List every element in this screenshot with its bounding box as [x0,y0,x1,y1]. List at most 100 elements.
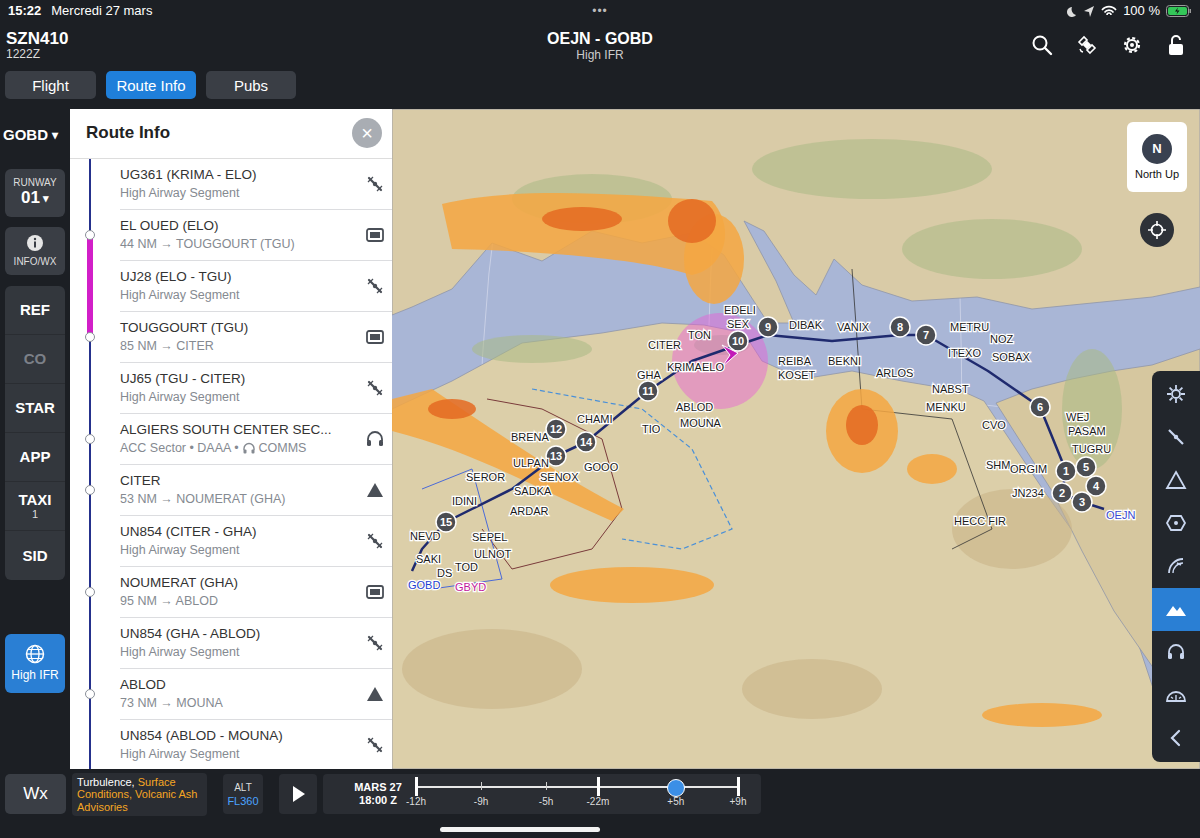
map-tool-button[interactable] [1152,631,1200,674]
map-label[interactable]: EDELI [724,304,756,316]
map-label[interactable]: ELO [702,361,724,373]
map-label[interactable]: SOBAX [992,351,1031,363]
close-button[interactable]: × [352,118,382,148]
map-label[interactable]: SEROR [466,471,505,483]
map-label[interactable]: WEJ [1066,411,1089,423]
waypoint-marker[interactable]: 15 [436,512,456,532]
map-label[interactable]: SADKA [514,485,552,497]
waypoint-marker[interactable]: 7 [916,325,936,345]
map-label[interactable]: METRU [950,321,989,333]
weather-layers[interactable]: Turbulence, Surface Conditions, Volcanic… [72,773,207,817]
sidebar-item[interactable]: REF [5,286,65,335]
map-label[interactable]: REIBA [778,355,812,367]
tab[interactable]: Route Info [106,71,196,99]
wx-button[interactable]: Wx [5,774,66,814]
chart-map[interactable]: 123456789101112131415CITERKRIMAGHATIOMOU… [392,109,1200,769]
map-tool-button[interactable] [1152,717,1200,760]
multitask-dots[interactable]: ••• [592,4,608,18]
route-row[interactable]: CITER53 NM → NOUMERAT (GHA) [70,465,392,516]
map-label[interactable]: TOD [455,561,478,573]
play-button[interactable] [279,774,317,814]
map-tool-button[interactable] [1152,588,1200,631]
map-label[interactable]: SAKI [416,553,441,565]
time-slider[interactable]: -12h-9h-5h-22m+5h+9h [416,776,738,812]
map-label[interactable]: SENOX [540,471,579,483]
map-label[interactable]: DS [437,567,452,579]
route-row[interactable]: ABLOD73 NM → MOUNA [70,669,392,720]
route-row[interactable]: NOUMERAT (GHA)95 NM → ABLOD [70,567,392,618]
info-wx-button[interactable]: INFO/WX [5,227,65,275]
map-label[interactable]: KRIMA [667,361,703,373]
map-label[interactable]: TON [688,329,711,341]
map-label[interactable]: KOSET [778,369,816,381]
map-label[interactable]: ABLOD [676,401,713,413]
map-tool-button[interactable] [1152,459,1200,502]
north-up-button[interactable]: NNorth Up [1127,122,1187,192]
runway-selector[interactable]: RUNWAY01▾ [5,169,65,217]
chart-type-button[interactable]: High IFR [5,634,65,693]
map-label[interactable]: CHAMI [577,413,612,425]
map-label[interactable]: DIBAK [789,319,823,331]
waypoint-marker[interactable]: 5 [1076,457,1096,477]
altitude-button[interactable]: ALTFL360 [223,774,263,814]
map-label[interactable]: GOBD [408,579,440,591]
map-label[interactable]: NABST [932,383,969,395]
map-label[interactable]: TUGRU [1072,443,1111,455]
waypoint-marker[interactable]: 12 [546,419,566,439]
map-label[interactable]: ULNOT [474,548,512,560]
map-label[interactable]: ORGIM [1010,463,1047,475]
map-label[interactable]: PASAM [1068,425,1106,437]
waypoint-marker[interactable]: 9 [758,317,778,337]
map-label[interactable]: SHM [986,459,1010,471]
sidebar-item[interactable]: STAR [5,384,65,433]
waypoint-marker[interactable]: 2 [1052,483,1072,503]
map-label[interactable]: NOZ [990,333,1014,345]
map-label[interactable]: HECC FIR [954,515,1006,527]
map-canvas[interactable]: 123456789101112131415CITERKRIMAGHATIOMOU… [392,109,1200,769]
waypoint-marker[interactable]: 6 [1030,397,1050,417]
waypoint-marker[interactable]: 11 [638,381,658,401]
map-tool-button[interactable] [1152,545,1200,588]
route-row[interactable]: TOUGGOURT (TGU)85 NM → CITER [70,312,392,363]
route-row[interactable]: UN854 (ABLOD - MOUNA)High Airway Segment [70,720,392,769]
map-label[interactable]: SEX [727,318,750,330]
route-row[interactable]: UN854 (GHA - ABLOD)High Airway Segment [70,618,392,669]
map-label[interactable]: TIO [642,423,661,435]
map-label[interactable]: ITEXO [948,347,981,359]
map-label[interactable]: GBYD [455,581,486,593]
waypoint-marker[interactable]: 1 [1056,461,1076,481]
route-row[interactable]: UG361 (KRIMA - ELO)High Airway Segment [70,159,392,210]
map-label[interactable]: IDINI [452,495,477,507]
map-label[interactable]: GHA [637,369,662,381]
sidebar-item[interactable]: APP [5,433,65,482]
route-row[interactable]: ALGIERS SOUTH CENTER SEC...ACC Sector • … [70,414,392,465]
map-tool-button[interactable] [1152,373,1200,416]
tab[interactable]: Flight [5,71,96,99]
map-tool-button[interactable] [1152,674,1200,717]
sidebar-item[interactable]: SID [5,531,65,580]
map-tool-button[interactable] [1152,502,1200,545]
gear-icon[interactable] [1121,34,1143,56]
map-label[interactable]: BEKNI [828,355,861,367]
map-label[interactable]: JN234 [1012,487,1044,499]
satellite-icon[interactable] [1076,34,1098,56]
map-tool-button[interactable] [1152,416,1200,459]
waypoint-marker[interactable]: 3 [1072,492,1092,512]
waypoint-marker[interactable]: 13 [546,446,566,466]
map-label[interactable]: MENKU [926,401,966,413]
waypoint-marker[interactable]: 10 [728,331,748,351]
map-label[interactable]: OEJN [1106,509,1135,521]
map-label[interactable]: ULPAN [513,457,549,469]
route-row[interactable]: EL OUED (ELO)44 NM → TOUGGOURT (TGU) [70,210,392,261]
airport-selector[interactable]: GOBD▾ [3,123,67,147]
route-row[interactable]: UJ28 (ELO - TGU)High Airway Segment [70,261,392,312]
map-label[interactable]: ARLOS [876,367,913,379]
map-label[interactable]: BRENA [511,431,550,443]
slider-knob[interactable] [667,779,685,797]
map-label[interactable]: CVO [982,419,1006,431]
map-label[interactable]: GOOO [584,461,619,473]
tab[interactable]: Pubs [206,71,296,99]
map-label[interactable]: ARDAR [510,505,549,517]
map-label[interactable]: MOUNA [680,417,722,429]
waypoint-marker[interactable]: 14 [576,432,596,452]
